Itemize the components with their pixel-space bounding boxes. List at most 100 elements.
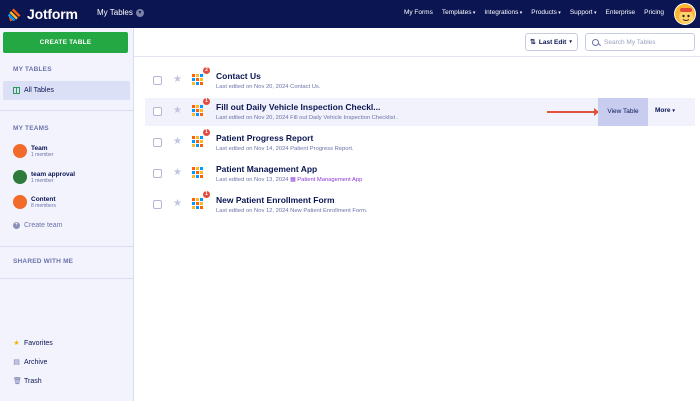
sidebar-item-label: Trash [24,378,42,385]
table-grid-icon [192,167,203,178]
search-icon [592,38,599,46]
my-teams-heading: MY TEAMS [13,125,49,132]
table-grid-icon [192,74,203,85]
my-tables-heading: MY TABLES [13,66,52,73]
last-edited: Last edited on Nov 14, 2024 [216,146,289,152]
notification-badge: 1 [203,191,210,198]
sidebar-item-favorites[interactable]: ★ Favorites [13,340,53,347]
nav-enterprise[interactable]: Enterprise [606,9,636,16]
view-table-button[interactable]: View Table [598,98,648,126]
chevron-down-icon: ▾ [672,108,675,114]
table-title[interactable]: Fill out Daily Vehicle Inspection Checkl… [216,102,380,112]
table-grid-icon [192,105,203,116]
favorite-star-icon[interactable]: ★ [173,74,182,86]
nav-products[interactable]: Products [531,9,561,16]
sort-label: Last Edit [538,38,567,46]
star-icon: ★ [13,340,20,347]
app-source-link[interactable]: ▦ Patient Management App [290,177,362,183]
sidebar-item-label: Archive [24,359,48,366]
logo-text: Jotform [27,6,78,22]
sort-dropdown[interactable]: ⇅ Last Edit ▾ [525,33,578,51]
sidebar-item-archive[interactable]: ▤ Archive [13,359,47,366]
nav-support[interactable]: Support [570,9,597,16]
sidebar-item-trash[interactable]: 🗑 Trash [13,378,42,385]
table-row[interactable]: ★ 2 Contact Us Last edited on Nov 20, 20… [145,67,695,95]
table-row[interactable]: ★ 1 Patient Progress Report Last edited … [145,129,695,157]
annotation-arrow [547,108,599,116]
sidebar-team-item[interactable]: Team 1 member [13,144,54,158]
table-row[interactable]: ★ Patient Management App Last edited on … [145,160,695,188]
table-meta: Last edited on Nov 20, 2024 Contact Us. [216,84,320,90]
sidebar-divider [0,110,134,111]
last-edited: Last edited on Nov 12, 2024 [216,208,289,214]
row-checkbox[interactable] [153,200,162,209]
table-source: Fill out Daily Vehicle Inspection Checkl… [290,115,399,121]
row-checkbox[interactable] [153,169,162,178]
notification-badge: 1 [203,129,210,136]
nav-integrations[interactable]: Integrations [484,9,522,16]
favorite-star-icon[interactable]: ★ [173,198,182,210]
team-name: Content [31,195,56,203]
row-checkbox[interactable] [153,76,162,85]
sidebar-item-label: Favorites [24,340,53,347]
row-checkbox[interactable] [153,138,162,147]
table-meta: Last edited on Nov 13, 2024 ▦ Patient Ma… [216,177,362,183]
notification-badge: 1 [203,98,210,105]
nav-my-forms[interactable]: My Forms [404,9,433,16]
top-nav-bar: Jotform My Tables ▾ My Forms Templates I… [0,0,700,28]
table-meta: Last edited on Nov 12, 2024 New Patient … [216,208,367,214]
chevron-down-icon: ▾ [569,39,572,45]
table-row[interactable]: ★ 1 Fill out Daily Vehicle Inspection Ch… [145,98,695,126]
team-name: team approval [31,170,76,178]
team-avatar [13,170,27,184]
table-grid-icon [13,87,20,94]
app-icon: ▦ [290,177,296,183]
my-tables-label: My Tables [97,8,133,17]
favorite-star-icon[interactable]: ★ [173,136,182,148]
create-team-label: Create team [24,222,63,229]
last-edited: Last edited on Nov 20, 2024 [216,84,289,90]
table-title[interactable]: Patient Progress Report [216,133,313,143]
avatar-face-icon [679,8,693,24]
sidebar: CREATE TABLE MY TABLES All Tables MY TEA… [0,28,134,401]
notification-badge: 2 [203,67,210,74]
chevron-down-icon: ▾ [135,8,144,17]
nav-pricing[interactable]: Pricing [644,9,664,16]
table-title[interactable]: New Patient Enrollment Form [216,195,335,205]
shared-with-me-heading[interactable]: SHARED WITH ME [13,258,73,265]
team-avatar [13,195,27,209]
user-avatar[interactable] [674,3,696,25]
jotform-logo[interactable]: Jotform [6,5,78,23]
row-checkbox[interactable] [153,107,162,116]
plus-icon: + [13,222,20,229]
sidebar-team-item[interactable]: Content 8 members [13,195,56,209]
table-grid-icon [192,136,203,147]
table-source: Contact Us. [290,84,321,90]
favorite-star-icon[interactable]: ★ [173,167,182,179]
my-tables-dropdown[interactable]: My Tables ▾ [97,8,144,17]
table-row[interactable]: ★ 1 New Patient Enrollment Form Last edi… [145,191,695,219]
search-input[interactable] [604,38,689,46]
team-members: 1 member [31,151,54,158]
top-nav-links: My Forms Templates Integrations Products… [404,9,664,16]
search-box[interactable] [585,33,695,51]
table-meta: Last edited on Nov 14, 2024 Patient Prog… [216,146,354,152]
sidebar-item-all-tables[interactable]: All Tables [3,81,130,100]
table-source: New Patient Enrollment Form. [290,208,368,214]
last-edited: Last edited on Nov 13, 2024 [216,177,289,183]
favorite-star-icon[interactable]: ★ [173,105,182,117]
sidebar-team-item[interactable]: team approval 1 member [13,170,75,184]
sidebar-divider [0,278,134,279]
jotform-logo-icon [7,8,21,21]
create-table-button[interactable]: CREATE TABLE [3,32,128,53]
sort-icon: ⇅ [530,39,536,46]
more-label: More [655,107,671,114]
create-team-link[interactable]: + Create team [13,222,63,229]
table-meta: Last edited on Nov 20, 2024 Fill out Dai… [216,115,398,121]
table-title[interactable]: Contact Us [216,71,261,81]
table-title[interactable]: Patient Management App [216,164,317,174]
nav-templates[interactable]: Templates [442,9,476,16]
trash-icon: 🗑 [13,378,22,385]
more-button[interactable]: More ▾ [655,107,675,114]
archive-icon: ▤ [13,359,20,366]
